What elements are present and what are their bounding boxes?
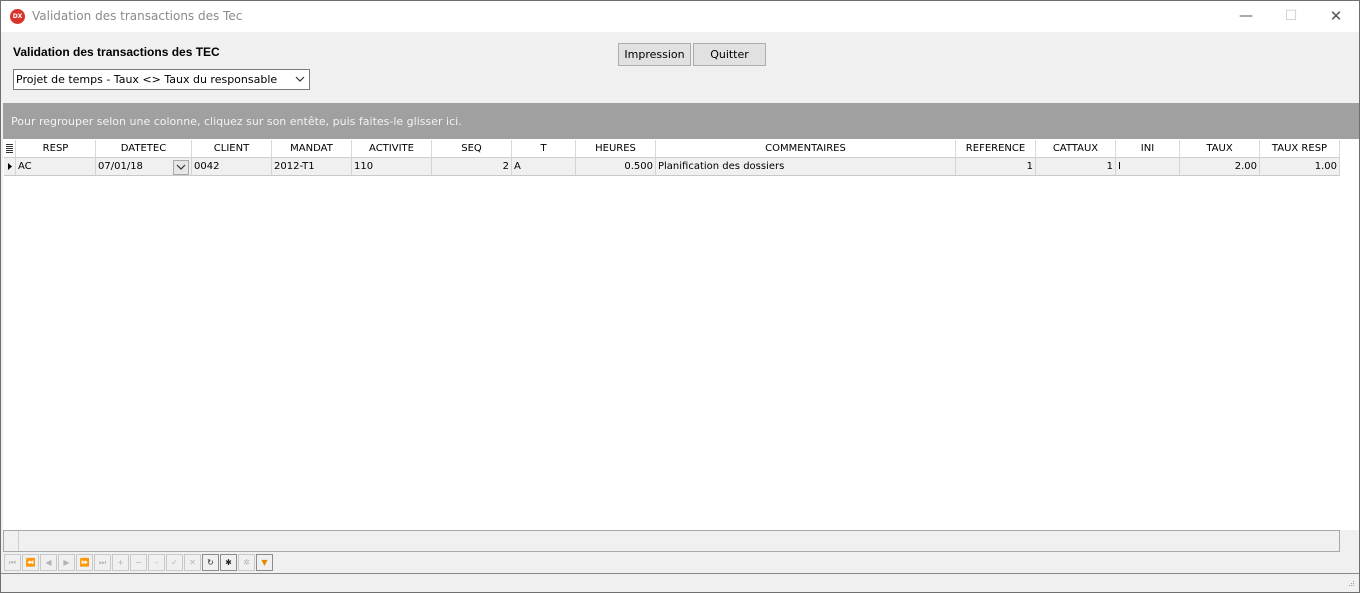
dx-app-icon: DX bbox=[10, 9, 25, 24]
column-header-heures[interactable]: HEURES bbox=[576, 140, 656, 158]
edit-icon[interactable]: – bbox=[148, 554, 165, 571]
cell-resp[interactable]: AC bbox=[16, 158, 96, 176]
window-title: Validation des transactions des Tec bbox=[32, 9, 243, 23]
print-button[interactable]: Impression bbox=[618, 43, 691, 66]
cell-taux[interactable]: 2.00 bbox=[1180, 158, 1260, 176]
transaction-type-select[interactable]: Projet de temps - Taux <> Taux du respon… bbox=[13, 69, 310, 90]
date-dropdown-button[interactable] bbox=[173, 160, 189, 175]
minimize-button[interactable]: — bbox=[1223, 1, 1269, 32]
form-title: Validation des transactions des TEC bbox=[13, 45, 220, 59]
cell-client[interactable]: 0042 bbox=[192, 158, 272, 176]
status-separator bbox=[1, 573, 1359, 574]
post-icon[interactable]: ✓ bbox=[166, 554, 183, 571]
cell-t[interactable]: A bbox=[512, 158, 576, 176]
column-customize-icon[interactable] bbox=[4, 140, 16, 158]
filter-icon[interactable]: ▼ bbox=[256, 554, 273, 571]
grid-menu-icon bbox=[6, 144, 13, 153]
delete-icon[interactable]: − bbox=[130, 554, 147, 571]
column-header-taux[interactable]: TAUX bbox=[1180, 140, 1260, 158]
main-window: DX Validation des transactions des Tec —… bbox=[0, 0, 1360, 593]
title-bar: DX Validation des transactions des Tec —… bbox=[1, 1, 1359, 32]
grid-body[interactable] bbox=[3, 139, 1359, 530]
prior-page-icon[interactable]: ⏪ bbox=[22, 554, 39, 571]
grid-footer bbox=[3, 530, 1340, 552]
column-header-commentaires[interactable]: COMMENTAIRES bbox=[656, 140, 956, 158]
cell-ini[interactable]: I bbox=[1116, 158, 1180, 176]
column-header-client[interactable]: CLIENT bbox=[192, 140, 272, 158]
row-indicator[interactable] bbox=[4, 158, 16, 176]
prior-icon[interactable]: ◀ bbox=[40, 554, 57, 571]
insert-icon[interactable]: + bbox=[112, 554, 129, 571]
cancel-icon[interactable]: ✕ bbox=[184, 554, 201, 571]
column-header-resp[interactable]: RESP bbox=[16, 140, 96, 158]
column-header-ini[interactable]: INI bbox=[1116, 140, 1180, 158]
current-row-arrow-icon bbox=[8, 163, 12, 170]
cell-activite[interactable]: 110 bbox=[352, 158, 432, 176]
cell-mandat[interactable]: 2012-T1 bbox=[272, 158, 352, 176]
close-button[interactable]: ✕ bbox=[1313, 1, 1359, 32]
cell-cattaux[interactable]: 1 bbox=[1036, 158, 1116, 176]
goto-bookmark-icon[interactable]: ✲ bbox=[238, 554, 255, 571]
cell-taux-resp[interactable]: 1.00 bbox=[1260, 158, 1340, 176]
column-header-cattaux[interactable]: CATTAUX bbox=[1036, 140, 1116, 158]
cell-commentaires[interactable]: Planification des dossiers bbox=[656, 158, 956, 176]
maximize-button[interactable]: ☐ bbox=[1268, 1, 1314, 32]
first-icon[interactable]: ⏮ bbox=[4, 554, 21, 571]
transaction-type-value: Projet de temps - Taux <> Taux du respon… bbox=[16, 73, 278, 86]
cell-reference[interactable]: 1 bbox=[956, 158, 1036, 176]
resize-grip-icon[interactable] bbox=[1345, 579, 1355, 589]
next-icon[interactable]: ▶ bbox=[58, 554, 75, 571]
chevron-down-icon bbox=[176, 164, 186, 170]
cell-heures[interactable]: 0.500 bbox=[576, 158, 656, 176]
column-header-reference[interactable]: REFERENCE bbox=[956, 140, 1036, 158]
bookmark-icon[interactable]: ✱ bbox=[220, 554, 237, 571]
chevron-down-icon bbox=[295, 76, 305, 82]
column-header-seq[interactable]: SEQ bbox=[432, 140, 512, 158]
footer-divider bbox=[18, 531, 19, 551]
column-header-datetec[interactable]: DATETEC bbox=[96, 140, 192, 158]
column-header-t[interactable]: T bbox=[512, 140, 576, 158]
column-header-mandat[interactable]: MANDAT bbox=[272, 140, 352, 158]
last-icon[interactable]: ⏭ bbox=[94, 554, 111, 571]
quit-button[interactable]: Quitter bbox=[693, 43, 766, 66]
column-header-taux-resp[interactable]: TAUX RESP bbox=[1260, 140, 1340, 158]
group-by-hint: Pour regrouper selon une colonne, clique… bbox=[11, 115, 462, 128]
column-header-activite[interactable]: ACTIVITE bbox=[352, 140, 432, 158]
group-by-panel[interactable]: Pour regrouper selon une colonne, clique… bbox=[3, 103, 1359, 139]
refresh-icon[interactable]: ↻ bbox=[202, 554, 219, 571]
next-page-icon[interactable]: ⏩ bbox=[76, 554, 93, 571]
cell-seq[interactable]: 2 bbox=[432, 158, 512, 176]
